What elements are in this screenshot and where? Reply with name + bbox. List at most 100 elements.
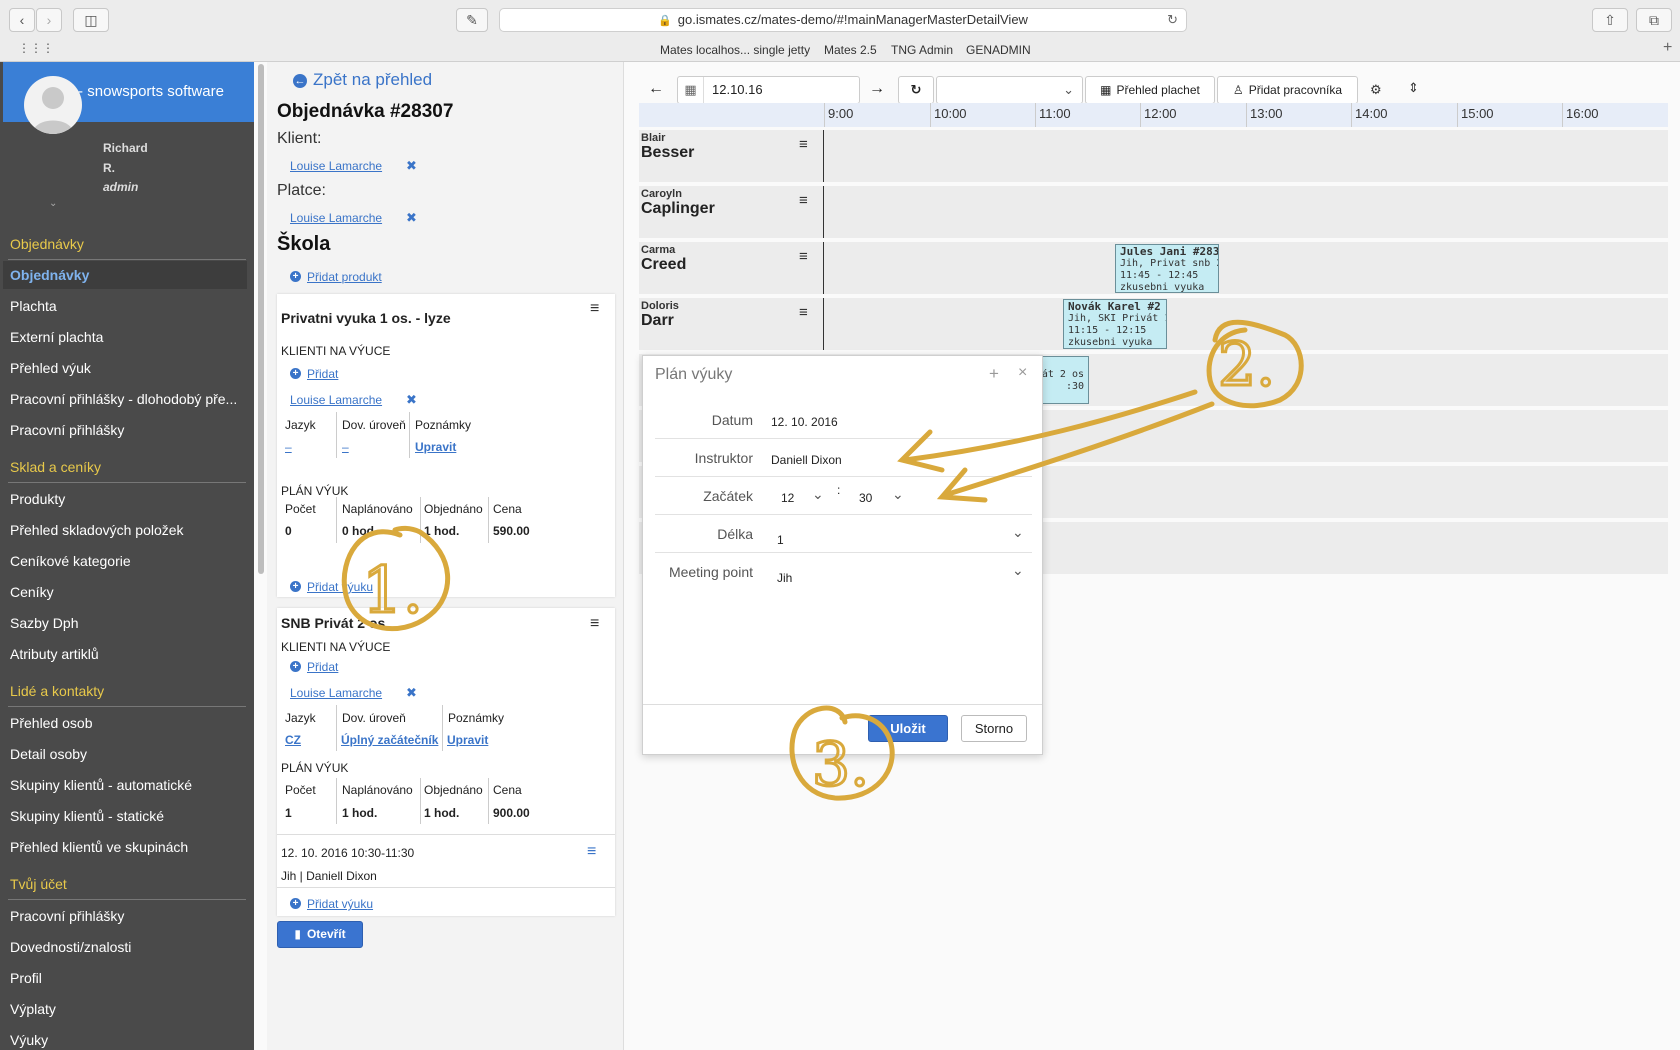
sidebar-item-payouts[interactable]: Výplaty — [10, 1001, 246, 1017]
sidebar-item-vat-rates[interactable]: Sazby Dph — [10, 615, 246, 631]
start-hour-select[interactable]: 12 — [781, 491, 794, 505]
forward-button[interactable]: › — [36, 8, 62, 32]
address-bar[interactable]: 🔒 go.ismates.cz/mates-demo/#!mainManagerM… — [499, 8, 1187, 32]
save-button[interactable]: Uložit — [868, 715, 948, 742]
sidebar-item-orders[interactable]: Objednávky — [10, 267, 246, 283]
divider — [8, 259, 246, 260]
row-menu-icon[interactable]: ≡ — [799, 304, 808, 321]
new-tab-icon[interactable]: + — [1663, 39, 1672, 57]
language-value[interactable]: – — [285, 440, 292, 454]
sidebar-item-lessons-overview[interactable]: Přehled výuk — [10, 360, 246, 376]
bookmarks-bar: ⋮⋮⋮ Mates localhos... single jetty Mates… — [0, 38, 1680, 62]
sidebar-item-person-detail[interactable]: Detail osoby — [10, 746, 246, 762]
add-client-link[interactable]: + Přidat — [290, 658, 338, 676]
chevron-down-icon[interactable]: ⌄ — [892, 486, 904, 503]
row-menu-icon[interactable]: ≡ — [799, 136, 808, 153]
share-icon[interactable]: ⇧ — [1592, 8, 1628, 32]
reload-icon[interactable]: ↻ — [1167, 9, 1178, 31]
lesson-event[interactable]: Jules Jani #283 Jih, Privat snb 2 os 11:… — [1115, 244, 1219, 293]
close-icon[interactable]: × — [1018, 364, 1027, 382]
scrollbar-thumb[interactable] — [258, 64, 264, 574]
overview-plachet-button[interactable]: ▦ Přehled plachet — [1085, 76, 1215, 104]
tabs-icon[interactable]: ⧉ — [1636, 8, 1672, 32]
sidebar-item-my-work-applications[interactable]: Pracovní přihlášky — [10, 908, 246, 924]
sidebar-item-external-plachta[interactable]: Externí plachta — [10, 329, 246, 345]
length-select[interactable]: 1 — [777, 533, 784, 547]
remove-client-icon[interactable]: ✖ — [406, 685, 417, 701]
user-menu-chevron-icon[interactable]: ⌄ — [49, 198, 57, 209]
ordered-value: 1 hod. — [424, 524, 460, 538]
sidebar-item-my-lessons[interactable]: Výuky — [10, 1032, 246, 1048]
col-notes: Poznámky — [415, 418, 472, 432]
filter-select[interactable]: ⌄ — [936, 76, 1083, 104]
payer-name-link[interactable]: Louise Lamarche — [290, 211, 382, 225]
remove-client-icon[interactable]: ✖ — [406, 158, 417, 174]
sort-icon[interactable]: ⇕ — [1408, 80, 1419, 96]
add-lesson-link[interactable]: + Přidat výuku — [290, 895, 373, 913]
instructor-field[interactable]: Daniell Dixon — [771, 453, 842, 467]
bookmark-item[interactable]: TNG Admin — [891, 43, 953, 57]
bookmark-item[interactable]: GENADMIN — [966, 43, 1031, 57]
cancel-button[interactable]: Storno — [961, 715, 1027, 742]
edit-notes-link[interactable]: Upravit — [415, 440, 456, 454]
level-value[interactable]: Úplný začátečník — [341, 733, 438, 747]
menu-icon[interactable]: ≡ — [590, 300, 599, 318]
language-value[interactable]: CZ — [285, 733, 301, 747]
sidebar-item-clients-in-groups[interactable]: Přehled klientů ve skupinách — [10, 839, 246, 855]
reader-icon[interactable]: ✎ — [456, 8, 488, 32]
lesson-menu-icon[interactable]: ≡ — [587, 843, 596, 861]
client-name-link[interactable]: Louise Lamarche — [290, 159, 382, 173]
date-value[interactable]: 12. 10. 2016 — [771, 415, 838, 429]
sidebar-item-client-groups-static[interactable]: Skupiny klientů - statické — [10, 808, 246, 824]
row-menu-icon[interactable]: ≡ — [799, 248, 808, 265]
add-lesson-link[interactable]: + Přidat výuku — [290, 578, 373, 596]
chevron-down-icon[interactable]: ⌄ — [1012, 524, 1024, 541]
maximize-icon[interactable]: + — [989, 364, 999, 384]
sidebar-item-skills[interactable]: Dovednosti/znalosti — [10, 939, 246, 955]
menu-icon[interactable]: ≡ — [590, 615, 599, 633]
sidebar-item-article-attributes[interactable]: Atributy artiklů — [10, 646, 246, 662]
section-stock-prices[interactable]: Sklad a ceníky — [10, 459, 101, 475]
add-worker-button[interactable]: ♙ Přidat pracovníka — [1217, 76, 1358, 104]
level-value[interactable]: – — [342, 440, 349, 454]
open-button[interactable]: ▮ Otevřít — [277, 921, 363, 948]
chevron-down-icon[interactable]: ⌄ — [812, 486, 824, 503]
avatar[interactable] — [24, 76, 82, 134]
back-link[interactable]: ← Zpět na přehled — [293, 70, 432, 90]
section-your-account[interactable]: Tvůj účet — [10, 876, 67, 892]
sidebar-item-persons-overview[interactable]: Přehled osob — [10, 715, 246, 731]
next-day-arrow-icon[interactable]: → — [869, 80, 885, 98]
section-orders[interactable]: Objednávky — [10, 236, 84, 252]
bookmark-item[interactable]: Mates localhos... single jetty — [660, 43, 810, 57]
sidebar-item-client-groups-auto[interactable]: Skupiny klientů - automatické — [10, 777, 246, 793]
sidebar-item-price-categories[interactable]: Ceníkové kategorie — [10, 553, 246, 569]
section-people-contacts[interactable]: Lidé a kontakty — [10, 683, 104, 699]
sidebar-item-plachta[interactable]: Plachta — [10, 298, 246, 314]
prev-day-arrow-icon[interactable]: ← — [648, 80, 664, 98]
grid-icon[interactable]: ⋮⋮⋮ — [18, 41, 54, 55]
sidebar-item-work-applications-long[interactable]: Pracovní přihlášky - dlohodobý pře... — [10, 391, 246, 407]
start-minute-select[interactable]: 30 — [859, 491, 872, 505]
sidebar-toggle-button[interactable]: ◫ — [73, 8, 109, 32]
remove-payer-icon[interactable]: ✖ — [406, 210, 417, 226]
back-button[interactable]: ‹ — [9, 8, 35, 32]
sidebar-item-work-applications[interactable]: Pracovní přihlášky — [10, 422, 246, 438]
add-product-link[interactable]: + Přidat produkt — [290, 268, 382, 286]
lesson-event[interactable]: Novák Karel #2 Jih, SKI Privát 1 os 11:1… — [1063, 299, 1167, 349]
chevron-down-icon[interactable]: ⌄ — [1012, 562, 1024, 579]
bookmark-item[interactable]: Mates 2.5 — [824, 43, 877, 57]
refresh-button[interactable]: ↻ — [898, 76, 934, 104]
row-menu-icon[interactable]: ≡ — [799, 192, 808, 209]
sidebar-item-stock-overview[interactable]: Přehled skladových položek — [10, 522, 246, 538]
settings-gears-icon[interactable]: ⚙ — [1370, 82, 1382, 98]
edit-notes-link[interactable]: Upravit — [447, 733, 488, 747]
client-name-link[interactable]: Louise Lamarche — [290, 686, 382, 700]
client-name-link[interactable]: Louise Lamarche — [290, 393, 382, 407]
sidebar-item-price-lists[interactable]: Ceníky — [10, 584, 246, 600]
add-client-link[interactable]: + Přidat — [290, 365, 338, 383]
sidebar-item-products[interactable]: Produkty — [10, 491, 246, 507]
date-input[interactable]: ▦ 12.10.16 — [677, 76, 860, 104]
sidebar-item-profile[interactable]: Profil — [10, 970, 246, 986]
meeting-point-select[interactable]: Jih — [777, 571, 792, 585]
remove-client-icon[interactable]: ✖ — [406, 392, 417, 408]
